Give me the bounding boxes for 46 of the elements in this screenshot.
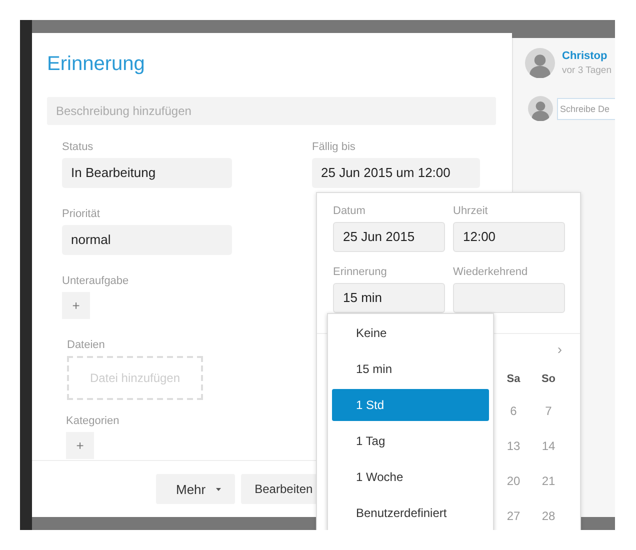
- edit-button[interactable]: Bearbeiten: [240, 474, 317, 504]
- field-label: Unteraufgabe: [62, 275, 130, 287]
- calendar-day[interactable]: 20: [496, 464, 531, 499]
- calendar-day[interactable]: 28: [531, 499, 566, 530]
- field-label: Erinnerung: [333, 266, 388, 278]
- weekday-header: So: [540, 372, 557, 387]
- field-label: Status: [62, 141, 94, 153]
- field-label: Priorität: [62, 208, 101, 220]
- description-field[interactable]: Beschreibung hinzufügen: [47, 97, 496, 125]
- calendar-day[interactable]: 21: [531, 464, 566, 499]
- reminder-option[interactable]: Benutzerdefiniert: [332, 497, 489, 529]
- reminder-option[interactable]: 1 Std: [332, 389, 489, 421]
- field-label: Wiederkehrend: [453, 266, 529, 278]
- field-label: Kategorien: [66, 415, 120, 427]
- field-value[interactable]: In Bearbeitung: [62, 158, 232, 188]
- field-value[interactable]: 25 Jun 2015 um 12:00: [312, 158, 480, 188]
- reminder-option[interactable]: 1 Tag: [332, 425, 489, 457]
- field-value[interactable]: 25 Jun 2015: [333, 222, 445, 252]
- author-name[interactable]: Christop: [562, 50, 612, 62]
- field-label: Dateien: [67, 339, 106, 351]
- calendar-day[interactable]: 27: [496, 499, 531, 530]
- comment-time: vor 3 Tagen: [562, 65, 612, 76]
- reminder-option[interactable]: Keine: [332, 317, 489, 349]
- reminder-option[interactable]: 1 Woche: [332, 461, 489, 493]
- dialog-title: Erinnerung: [47, 52, 146, 77]
- next-month-button[interactable]: ›: [531, 334, 566, 364]
- comment-field[interactable]: Schreibe De: [557, 98, 615, 120]
- more-button[interactable]: Mehr: [156, 474, 235, 504]
- reminder-option[interactable]: 15 min: [332, 353, 489, 385]
- field-label: Fällig bis: [312, 141, 356, 153]
- field-value[interactable]: 12:00: [453, 222, 565, 252]
- add-category-button[interactable]: +: [66, 432, 94, 459]
- calendar-day[interactable]: 14: [531, 429, 566, 464]
- field-value[interactable]: 15 min: [333, 283, 445, 313]
- avatar-icon: [528, 96, 553, 121]
- weekday-header: Sa: [506, 372, 522, 387]
- add-subtask-button[interactable]: +: [62, 292, 90, 319]
- calendar-day[interactable]: 13: [496, 429, 531, 464]
- caret-icon: [216, 488, 221, 490]
- calendar-day[interactable]: 6: [496, 394, 531, 429]
- field-label: Datum: [333, 205, 366, 217]
- empty-field[interactable]: [453, 283, 565, 313]
- field-label: Uhrzeit: [453, 205, 489, 217]
- field-value[interactable]: normal: [62, 225, 232, 255]
- avatar-icon: [525, 48, 555, 78]
- calendar-day[interactable]: 7: [531, 394, 566, 429]
